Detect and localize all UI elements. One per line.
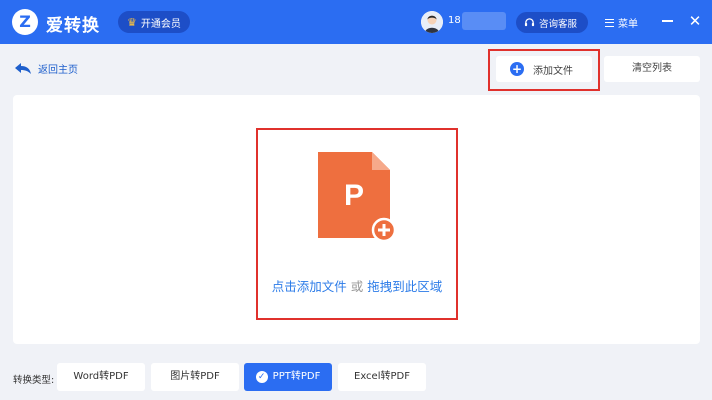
title-bar: Z 爱转换 ♛ 开通会员 18 咨询客服 菜单 ✕ bbox=[0, 0, 712, 44]
minimize-button[interactable] bbox=[662, 20, 673, 22]
customer-service-label: 咨询客服 bbox=[539, 18, 578, 30]
back-arrow-icon bbox=[15, 63, 31, 74]
crown-icon: ♛ bbox=[127, 15, 137, 29]
hamburger-icon bbox=[605, 18, 614, 27]
convert-option-image[interactable]: 图片转PDF bbox=[151, 363, 239, 391]
click-add-text: 点击添加文件 bbox=[271, 279, 347, 294]
menu-button[interactable]: 菜单 bbox=[605, 15, 638, 30]
plus-circle-icon: + bbox=[510, 62, 524, 76]
vip-button[interactable]: ♛ 开通会员 bbox=[118, 11, 190, 33]
redacted-phone bbox=[462, 12, 506, 30]
back-home-label: 返回主页 bbox=[38, 65, 78, 76]
or-text: 或 bbox=[350, 279, 364, 294]
ppt-letter: P bbox=[344, 179, 364, 212]
convert-option-excel[interactable]: Excel转PDF bbox=[338, 363, 426, 391]
ppt-file-icon: P bbox=[318, 152, 394, 242]
avatar[interactable] bbox=[421, 11, 443, 33]
z-logo-icon: Z bbox=[12, 9, 38, 35]
convert-option-ppt-label: PPT转PDF bbox=[272, 371, 321, 382]
close-button[interactable]: ✕ bbox=[688, 13, 702, 29]
add-file-label: 添加文件 bbox=[533, 65, 573, 77]
menu-label: 菜单 bbox=[618, 19, 638, 30]
customer-service-button[interactable]: 咨询客服 bbox=[516, 12, 588, 33]
app-title: 爱转换 bbox=[46, 16, 100, 36]
drag-here-text: 拖拽到此区域 bbox=[367, 279, 443, 294]
convert-type-label: 转换类型: bbox=[13, 375, 55, 386]
clear-list-button[interactable]: 清空列表 bbox=[604, 56, 700, 82]
check-circle-icon: ✓ bbox=[255, 371, 268, 383]
convert-option-ppt[interactable]: ✓ PPT转PDF bbox=[244, 363, 332, 391]
drop-zone-hint: 点击添加文件或拖拽到此区域 bbox=[258, 276, 456, 295]
file-drop-zone[interactable]: P 点击添加文件或拖拽到此区域 bbox=[256, 128, 458, 320]
vip-button-label: 开通会员 bbox=[140, 18, 181, 30]
headset-icon bbox=[524, 18, 535, 27]
add-file-button[interactable]: + 添加文件 bbox=[496, 56, 592, 82]
convert-option-word[interactable]: Word转PDF bbox=[57, 363, 145, 391]
user-name: 18 bbox=[448, 15, 461, 26]
back-home-link[interactable]: 返回主页 bbox=[14, 61, 78, 76]
